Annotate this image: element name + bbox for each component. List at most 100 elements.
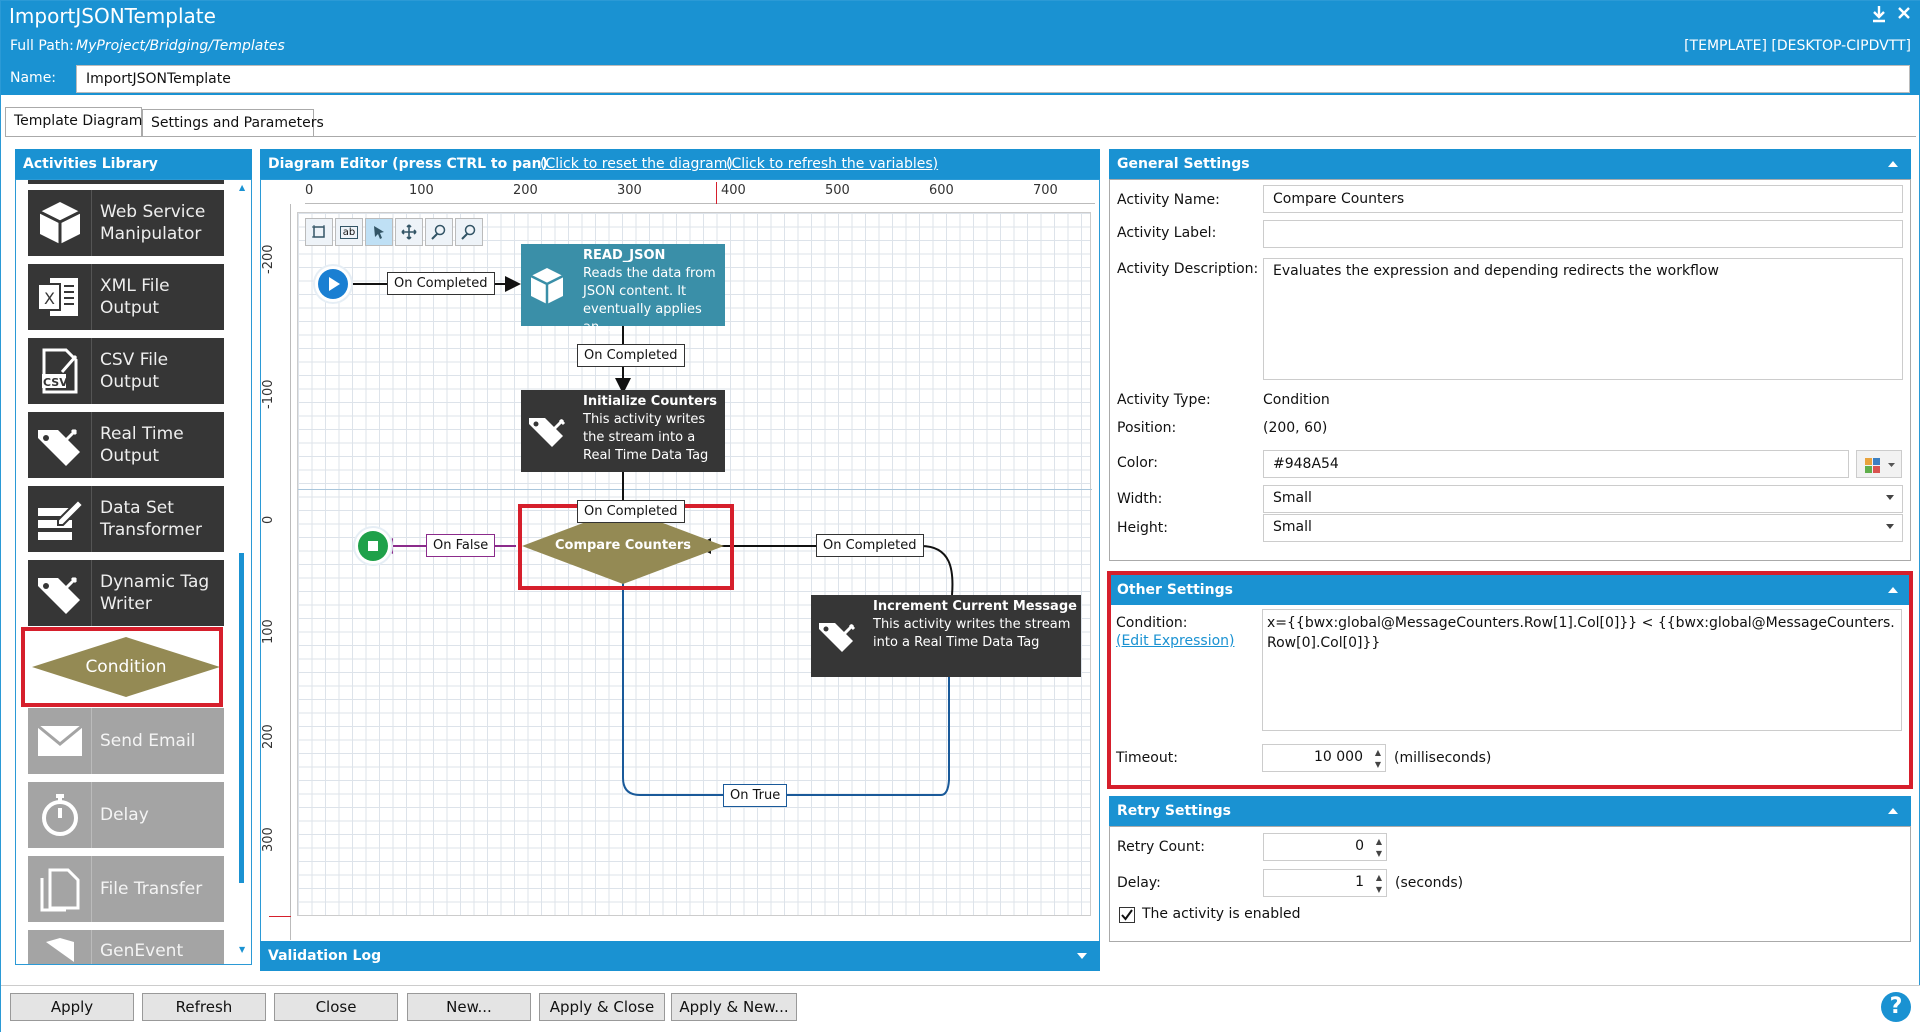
spinner-icon[interactable]: ▲ ▼: [1372, 872, 1382, 896]
library-title: Activities Library: [23, 156, 158, 172]
apply-close-button[interactable]: Apply & Close: [539, 993, 665, 1021]
connector-label-on-completed[interactable]: On Completed: [387, 272, 495, 295]
activity-label-label: Activity Label:: [1117, 225, 1217, 241]
tag-icon: [527, 412, 571, 458]
tab-settings-parameters[interactable]: Settings and Parameters: [142, 109, 324, 137]
path-value: MyProject/Bridging/Templates: [76, 38, 285, 54]
activity-name-label: Activity Name:: [1117, 192, 1220, 208]
library-item-data-set-transformer[interactable]: Data Set Transformer: [28, 486, 224, 552]
node-title: READ_JSON: [583, 248, 666, 263]
scroll-thumb[interactable]: [239, 553, 244, 883]
height-select[interactable]: Small: [1263, 514, 1903, 542]
node-description: This activity writes the stream into a R…: [873, 617, 1071, 650]
activity-name-input[interactable]: [1263, 185, 1903, 213]
general-settings-title: General Settings: [1117, 156, 1250, 172]
window: ImportJSONTemplate Full Path: MyProject/…: [0, 0, 1920, 1033]
position-label: Position:: [1117, 420, 1177, 436]
library-item-label: Send Email: [100, 731, 196, 751]
validation-log-header[interactable]: Validation Log: [260, 941, 1100, 971]
node-title: Initialize Counters: [583, 394, 717, 409]
chevron-down-icon[interactable]: [1076, 950, 1088, 962]
title-bar: ImportJSONTemplate: [1, 1, 1920, 31]
node-description: This activity writes the stream into a R…: [583, 412, 709, 463]
scroll-down-icon[interactable]: ▼: [239, 945, 245, 954]
retry-settings-title: Retry Settings: [1117, 803, 1231, 819]
description-input[interactable]: Evaluates the expression and depending r…: [1263, 258, 1903, 380]
svg-text:CSV: CSV: [43, 376, 68, 389]
reset-diagram-link[interactable]: (Click to reset the diagram): [540, 156, 733, 172]
library-item-dynamic-tag-writer[interactable]: Dynamic Tag Writer: [28, 560, 224, 626]
close-button[interactable]: Close: [274, 993, 398, 1021]
chevron-up-icon[interactable]: [1887, 805, 1899, 817]
name-label: Name:: [10, 70, 57, 86]
connector-label-on-completed[interactable]: On Completed: [577, 344, 685, 367]
apply-new-button[interactable]: Apply & New...: [671, 993, 797, 1021]
minimize-icon[interactable]: [1871, 5, 1887, 28]
refresh-button[interactable]: Refresh: [142, 993, 266, 1021]
delay-input[interactable]: 1 ▲ ▼: [1263, 869, 1387, 897]
library-item-file-transfer[interactable]: File Transfer: [28, 856, 224, 922]
refresh-variables-link[interactable]: (Click to refresh the variables): [726, 156, 938, 172]
tab-template-diagram[interactable]: Template Diagram: [5, 107, 142, 137]
help-icon[interactable]: ?: [1881, 992, 1911, 1022]
validation-log-title: Validation Log: [268, 948, 382, 964]
library-partial-item: [28, 180, 224, 184]
diagram-header: Diagram Editor (press CTRL to pan) (Clic…: [260, 149, 1100, 179]
files-icon: [28, 856, 92, 922]
activity-type-label: Activity Type:: [1117, 392, 1211, 408]
library-item-xml-output[interactable]: X XML File Output: [28, 264, 224, 330]
svg-text:X: X: [44, 289, 55, 308]
play-icon: [318, 269, 348, 299]
connector-label-on-false[interactable]: On False: [426, 534, 496, 557]
enabled-checkbox[interactable]: [1119, 907, 1135, 923]
library-item-genevent[interactable]: GenEvent: [28, 930, 224, 964]
library-item-csv-output[interactable]: CSV CSV File Output: [28, 338, 224, 404]
connector-label-on-completed[interactable]: On Completed: [816, 534, 924, 557]
general-settings-header[interactable]: General Settings: [1109, 149, 1911, 179]
stopwatch-icon: [28, 782, 92, 848]
name-bar: Name:: [1, 63, 1920, 95]
diagram-editor[interactable]: 0 100 200 300 400 500 600 700 -200 -100 …: [260, 179, 1100, 949]
box-icon: [28, 190, 92, 256]
close-icon[interactable]: [1897, 5, 1911, 25]
node-increment-current-message[interactable]: Increment Current Message This activity …: [811, 595, 1081, 677]
library-item-web-service[interactable]: Web Service Manipulator: [28, 190, 224, 256]
retry-count-label: Retry Count:: [1117, 839, 1205, 855]
library-scrollbar[interactable]: ▲ ▼: [237, 183, 247, 967]
envelope-icon: [28, 708, 92, 774]
library-item-label: Real Time Output: [100, 424, 184, 466]
start-node[interactable]: [313, 264, 353, 304]
palette-icon: [1865, 458, 1895, 473]
library-item-label: XML File Output: [100, 276, 170, 318]
scroll-up-icon[interactable]: ▲: [239, 183, 245, 192]
library-item-send-email[interactable]: Send Email: [28, 708, 224, 774]
node-initialize-counters[interactable]: Initialize Counters This activity writes…: [521, 390, 725, 472]
color-input[interactable]: [1263, 450, 1849, 478]
retry-count-input[interactable]: 0 ▲ ▼: [1263, 833, 1387, 861]
connector-label-on-true[interactable]: On True: [723, 784, 788, 807]
position-value: (200, 60): [1263, 420, 1328, 436]
node-description: Reads the data from JSON content. It eve…: [583, 266, 716, 335]
node-read-json[interactable]: READ_JSON Reads the data from JSON conte…: [521, 244, 725, 335]
apply-button[interactable]: Apply: [10, 993, 134, 1021]
name-input[interactable]: [76, 65, 1910, 93]
activities-library: Web Service Manipulator X XML File Outpu…: [15, 179, 252, 965]
color-picker-button[interactable]: [1856, 450, 1902, 478]
color-label: Color:: [1117, 455, 1159, 471]
library-item-real-time-output[interactable]: Real Time Output: [28, 412, 224, 478]
description-label: Activity Description:: [1117, 261, 1259, 277]
retry-settings-header[interactable]: Retry Settings: [1109, 796, 1911, 826]
path-bar: Full Path: MyProject/Bridging/Templates …: [1, 31, 1920, 63]
activity-label-input[interactable]: [1263, 220, 1903, 248]
spinner-icon[interactable]: ▲ ▼: [1372, 836, 1382, 860]
end-node[interactable]: [353, 526, 393, 566]
library-item-delay[interactable]: Delay: [28, 782, 224, 848]
width-select[interactable]: Small: [1263, 485, 1903, 513]
chevron-up-icon[interactable]: [1887, 158, 1899, 170]
retry-settings-panel: Retry Count: 0 ▲ ▼ Delay: 1 ▲ ▼ (seconds) Th…: [1109, 826, 1911, 942]
highlight-condition: [21, 627, 223, 707]
new-button[interactable]: New...: [407, 993, 531, 1021]
csv-file-icon: CSV: [28, 338, 92, 404]
connector-label-on-completed[interactable]: On Completed: [577, 500, 685, 523]
dataset-edit-icon: [28, 486, 92, 552]
